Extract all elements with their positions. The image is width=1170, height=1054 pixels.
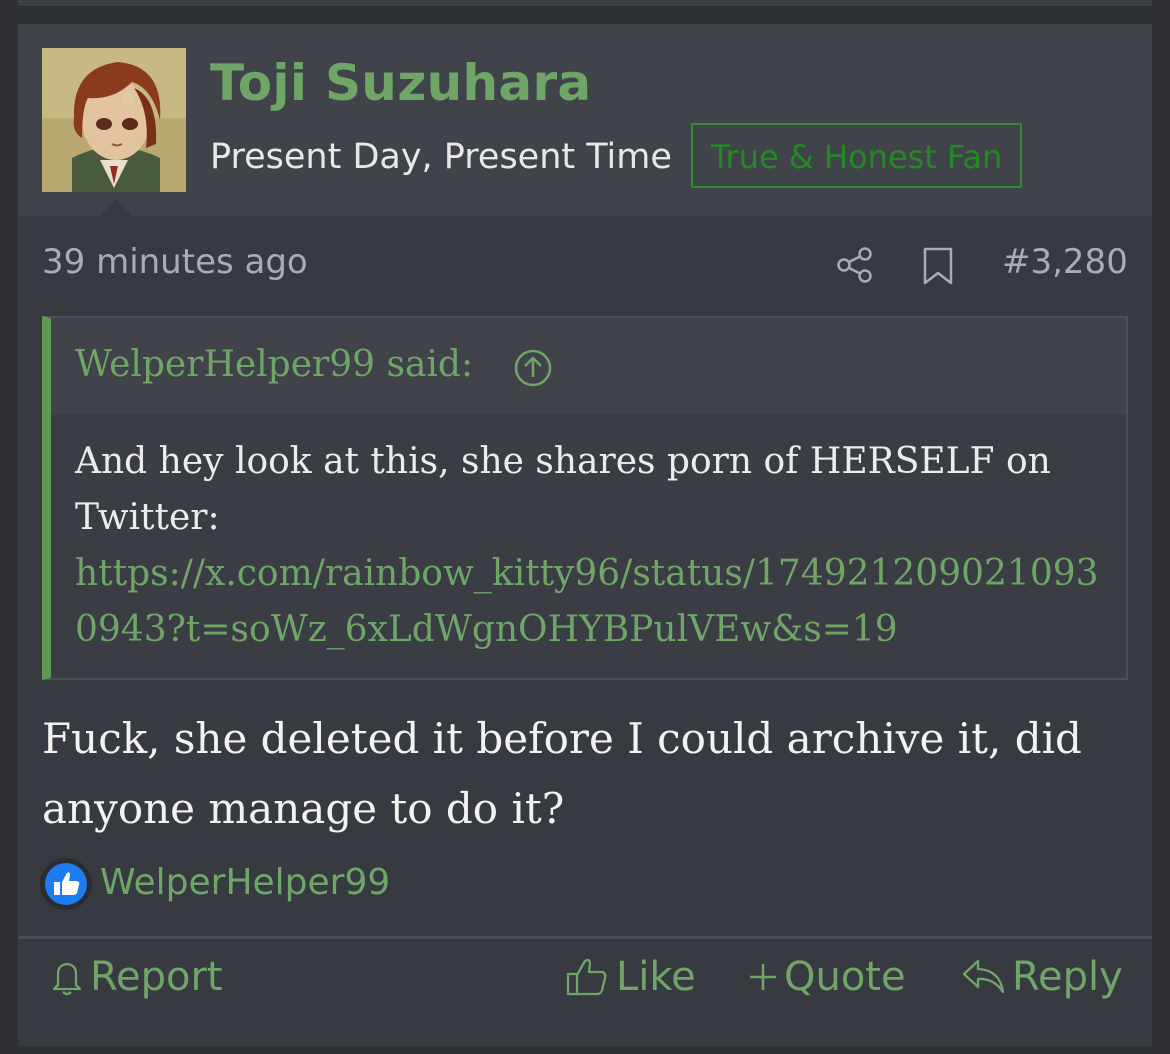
quote-block: WelperHelper99 said: And hey look at thi…: [42, 316, 1128, 680]
avatar-pointer: [100, 198, 132, 216]
plus-icon: [750, 964, 776, 990]
footer-divider: [18, 936, 1152, 939]
post-timestamp[interactable]: 39 minutes ago: [42, 242, 308, 282]
forum-post: Toji Suzuhara Present Day, Present Time …: [18, 24, 1152, 1046]
share-icon[interactable]: [836, 246, 874, 284]
report-button[interactable]: Report: [50, 954, 223, 1000]
quote-content: And hey look at this, she shares porn of…: [75, 434, 1111, 658]
like-button[interactable]: Like: [564, 954, 696, 1000]
reply-arrow-icon: [962, 959, 1005, 994]
like-reaction-icon: [40, 858, 92, 910]
report-label: Report: [90, 954, 223, 1000]
thumbs-up-icon: [566, 958, 607, 996]
quote-link[interactable]: https://x.com/rainbow_kitty96/status/174…: [75, 553, 1099, 650]
post-message: Fuck, she deleted it before I could arch…: [42, 714, 1082, 833]
like-label: Like: [616, 954, 696, 1000]
reply-button[interactable]: Reply: [960, 954, 1123, 1000]
user-avatar[interactable]: [42, 48, 186, 192]
quote-button[interactable]: Quote: [748, 954, 906, 1000]
bell-icon: [52, 962, 82, 996]
reaction-users[interactable]: WelperHelper99: [100, 862, 390, 903]
author-user-title: Present Day, Present Time: [210, 137, 672, 177]
reply-label: Reply: [1012, 954, 1123, 1000]
bookmark-icon[interactable]: [922, 246, 954, 286]
previous-post-edge: [18, 0, 1152, 7]
quote-attribution[interactable]: WelperHelper99 said:: [75, 344, 473, 385]
quote-label: Quote: [784, 954, 906, 1000]
post-author-header: Toji Suzuhara Present Day, Present Time …: [18, 24, 1152, 216]
post-number-link[interactable]: #3,280: [1002, 242, 1128, 282]
user-banner: True & Honest Fan: [691, 123, 1022, 188]
quote-header: WelperHelper99 said:: [51, 318, 1126, 414]
jump-to-quoted-post-icon[interactable]: [513, 348, 553, 388]
author-name[interactable]: Toji Suzuhara: [210, 54, 591, 112]
quote-text: And hey look at this, she shares porn of…: [75, 441, 1051, 538]
